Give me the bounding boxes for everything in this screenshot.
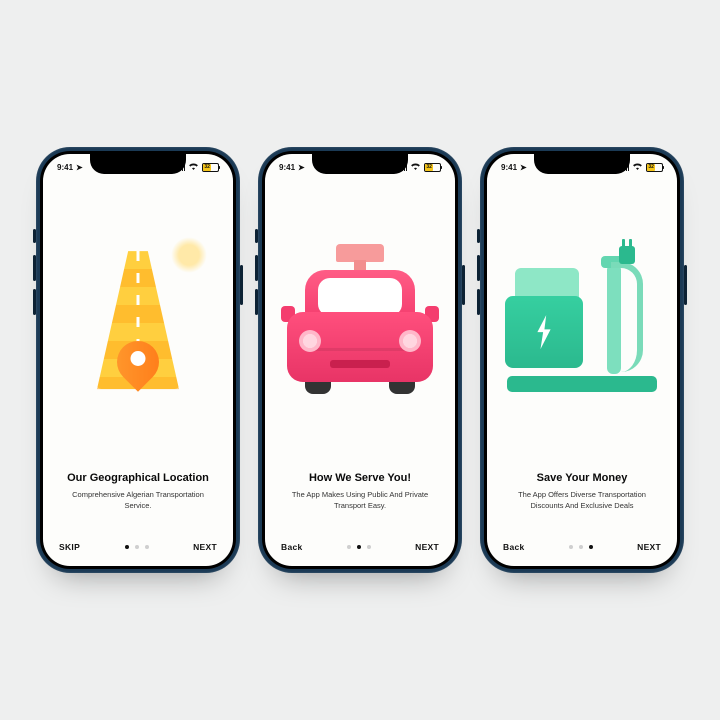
notch [90, 154, 186, 174]
next-button[interactable]: NEXT [637, 542, 661, 552]
battery-icon: 32 [646, 163, 663, 172]
page-indicator [347, 545, 371, 549]
phone-frame-1: 9:41 ➤ 32 [36, 147, 240, 573]
onboarding-subtitle: The App Makes Using Public And Private T… [281, 490, 439, 512]
phone-frame-3: 9:41 ➤ 32 [480, 147, 684, 573]
notch [534, 154, 630, 174]
onboarding-title: Save Your Money [503, 472, 661, 484]
status-time: 9:41 [57, 163, 73, 172]
battery-icon: 32 [202, 163, 219, 172]
phone-frame-2: 9:41 ➤ 32 [258, 147, 462, 573]
sun-icon [171, 237, 207, 273]
onboarding-subtitle: The App Offers Diverse Transportation Di… [503, 490, 661, 512]
wifi-icon [632, 162, 643, 172]
onboarding-illustration-taxi [281, 190, 439, 466]
page-indicator [125, 545, 149, 549]
back-button[interactable]: Back [503, 542, 525, 552]
back-button[interactable]: Back [281, 542, 303, 552]
lightning-bolt-icon [533, 315, 555, 349]
mockup-stage: 9:41 ➤ 32 [36, 147, 684, 573]
battery-icon: 32 [424, 163, 441, 172]
onboarding-title: How We Serve You! [281, 472, 439, 484]
onboarding-title: Our Geographical Location [59, 472, 217, 484]
next-button[interactable]: NEXT [415, 542, 439, 552]
notch [312, 154, 408, 174]
location-icon: ➤ [298, 163, 305, 172]
onboarding-illustration-road [59, 190, 217, 466]
onboarding-illustration-charger [503, 190, 661, 466]
map-pin-icon [117, 341, 159, 393]
page-indicator [569, 545, 593, 549]
status-time: 9:41 [279, 163, 295, 172]
wifi-icon [188, 162, 199, 172]
plug-icon [619, 246, 635, 264]
location-icon: ➤ [520, 163, 527, 172]
status-time: 9:41 [501, 163, 517, 172]
skip-button[interactable]: SKIP [59, 542, 80, 552]
charger-box-icon [505, 296, 583, 368]
wifi-icon [410, 162, 421, 172]
cable-icon [611, 262, 643, 372]
next-button[interactable]: NEXT [193, 542, 217, 552]
location-icon: ➤ [76, 163, 83, 172]
onboarding-subtitle: Comprehensive Algerian Transportation Se… [59, 490, 217, 512]
